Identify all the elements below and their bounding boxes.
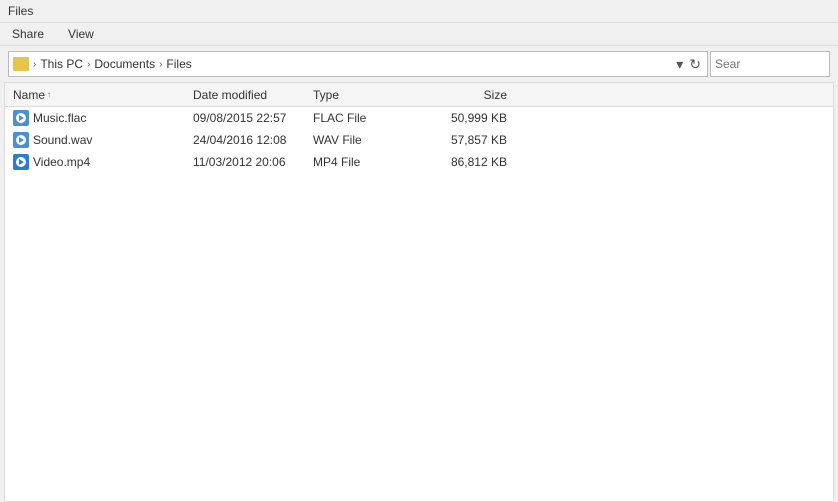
flac-icon <box>13 110 29 126</box>
breadcrumb-documents[interactable]: Documents <box>94 57 155 71</box>
file-size: 50,999 KB <box>425 111 515 125</box>
address-bar-actions: ▾ ↻ <box>674 56 703 73</box>
breadcrumb-trail: › This PC › Documents › Files <box>13 57 674 71</box>
folder-icon <box>13 57 29 71</box>
breadcrumb-sep-1: › <box>33 59 36 70</box>
ribbon-share[interactable]: Share <box>8 25 48 43</box>
mp4-icon <box>13 154 29 170</box>
file-explorer: Name ↑ Date modified Type Size Music.fla… <box>4 82 834 502</box>
col-header-date[interactable]: Date modified <box>185 88 305 102</box>
title-bar: Files <box>0 0 838 23</box>
file-type: FLAC File <box>305 111 425 125</box>
sort-arrow-name: ↑ <box>47 90 51 99</box>
file-name: Video.mp4 <box>33 155 90 169</box>
file-name: Music.flac <box>33 111 86 125</box>
breadcrumb-sep-2: › <box>87 59 90 70</box>
file-name-cell: Video.mp4 <box>5 154 185 170</box>
breadcrumb-files[interactable]: Files <box>166 57 191 71</box>
col-header-size[interactable]: Size <box>425 88 515 102</box>
ribbon: Share View <box>0 23 838 46</box>
file-type: MP4 File <box>305 155 425 169</box>
file-date: 09/08/2015 22:57 <box>185 111 305 125</box>
breadcrumb-sep-3: › <box>159 59 162 70</box>
file-name-cell: Sound.wav <box>5 132 185 148</box>
file-list: Music.flac 09/08/2015 22:57 FLAC File 50… <box>5 107 833 501</box>
ribbon-view[interactable]: View <box>64 25 98 43</box>
table-row[interactable]: Video.mp4 11/03/2012 20:06 MP4 File 86,8… <box>5 151 833 173</box>
file-name-cell: Music.flac <box>5 110 185 126</box>
address-dropdown-btn[interactable]: ▾ <box>674 56 685 73</box>
file-date: 11/03/2012 20:06 <box>185 155 305 169</box>
title-label: Files <box>8 4 33 18</box>
file-size: 86,812 KB <box>425 155 515 169</box>
file-name: Sound.wav <box>33 133 92 147</box>
address-bar[interactable]: › This PC › Documents › Files ▾ ↻ <box>8 51 708 77</box>
table-row[interactable]: Music.flac 09/08/2015 22:57 FLAC File 50… <box>5 107 833 129</box>
file-date: 24/04/2016 12:08 <box>185 133 305 147</box>
wav-icon <box>13 132 29 148</box>
breadcrumb-this-pc[interactable]: This PC <box>40 57 83 71</box>
address-refresh-btn[interactable]: ↻ <box>687 56 703 73</box>
column-headers: Name ↑ Date modified Type Size <box>5 83 833 107</box>
col-header-name[interactable]: Name ↑ <box>5 88 185 102</box>
file-type: WAV File <box>305 133 425 147</box>
table-row[interactable]: Sound.wav 24/04/2016 12:08 WAV File 57,8… <box>5 129 833 151</box>
search-input[interactable] <box>710 51 830 77</box>
col-header-type[interactable]: Type <box>305 88 425 102</box>
file-size: 57,857 KB <box>425 133 515 147</box>
